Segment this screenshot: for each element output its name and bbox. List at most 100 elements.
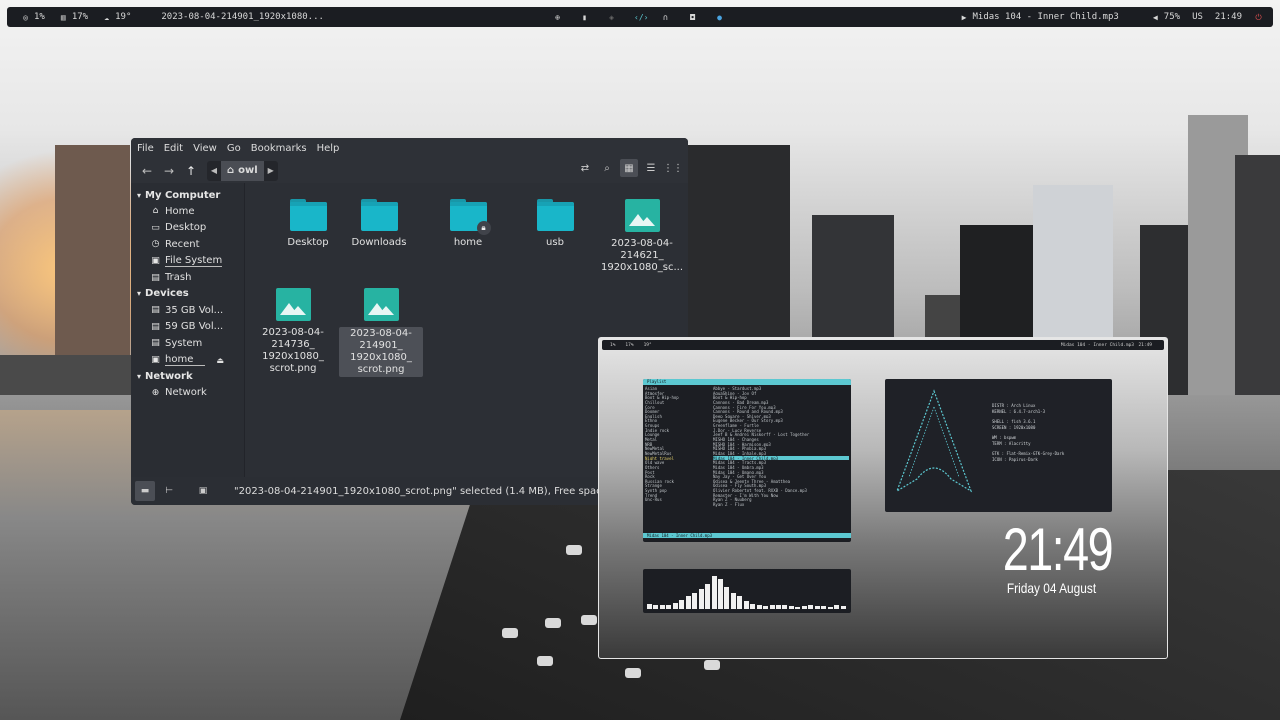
file-item-screenshot-214621[interactable]: 2023-08-04- 214621_ 1920x1080_sc... [597, 199, 687, 274]
sidebar-item-system[interactable]: ▤ System [131, 335, 244, 352]
cloud-icon: ☁ [104, 12, 110, 22]
visualizer-bar [801, 606, 807, 609]
mini-cpu: 1% [610, 342, 616, 348]
visualizer-bar [737, 596, 743, 609]
lock-icon: 🔒︎ [476, 221, 491, 235]
system-info-list: DISTR : Arch Linux KERNEL : 6.4.7-arch1-3… [992, 403, 1064, 463]
now-playing-text: Midas 104 - Inner Child.mp3 [972, 12, 1119, 22]
visualizer-bar [834, 605, 840, 609]
system-info-line: KERNEL : 6.4.7-arch1-3 [992, 409, 1045, 414]
clock-icon: ◷ [151, 239, 160, 250]
file-item-usb[interactable]: usb [513, 199, 597, 249]
clipboard-icon[interactable]: ▮ [580, 13, 589, 22]
show-tree-icon[interactable]: ⊢ [159, 481, 179, 501]
visualizer-bar [724, 587, 730, 609]
menu-help[interactable]: Help [317, 143, 340, 154]
compact-view-icon[interactable]: ⋮⋮ [663, 159, 683, 177]
steam-icon[interactable]: ◈ [607, 13, 616, 22]
browser-icon[interactable]: ● [715, 13, 724, 22]
sidebar-item-network[interactable]: ⊕ Network [131, 384, 244, 401]
media-player-indicator[interactable]: ▶ Midas 104 - Inner Child.mp3 [959, 12, 1119, 22]
sidebar-item-label: Recent [165, 238, 200, 250]
weather-indicator[interactable]: ☁ 19° [102, 12, 131, 22]
file-name: usb [546, 237, 564, 248]
sidebar-item-label: 59 GB Vol... [165, 321, 224, 333]
visualizer-bar [705, 583, 711, 609]
headphones-icon[interactable]: ∩ [661, 13, 670, 22]
visualizer-bar [730, 592, 736, 609]
list-view-icon[interactable]: ☰ [642, 159, 660, 177]
sidebar-item-desktop[interactable]: ▭ Desktop [131, 220, 244, 237]
memory-indicator[interactable]: ▥ 17% [59, 12, 88, 22]
volume-indicator[interactable]: ◀ 75% [1151, 12, 1180, 22]
home-icon: ⌂ [152, 206, 159, 217]
section-title: Devices [145, 288, 189, 300]
sidebar-section-my-computer[interactable]: ▾ My Computer [131, 187, 244, 203]
sidebar-item-home[interactable]: ⌂ Home [131, 203, 244, 220]
system-info-line: ICON : Papirus-Dark [992, 457, 1038, 462]
cpu-indicator[interactable]: ◎ 1% [21, 12, 45, 22]
search-icon[interactable]: ⌕ [598, 159, 616, 177]
genre-list: Asian Atmosfer Boot & Hip-hop Chillout Core D… [645, 386, 707, 502]
menu-bookmarks[interactable]: Bookmarks [251, 143, 307, 154]
drive-icon: ▣ [151, 355, 160, 366]
clock-date: Friday 04 August [1006, 580, 1097, 596]
visualizer-bar [814, 606, 820, 609]
code-icon[interactable]: ‹/› [634, 13, 648, 22]
forward-arrow-icon[interactable]: → [161, 163, 177, 179]
visualizer-bar [769, 605, 775, 609]
breadcrumb-right-icon[interactable]: ▶ [264, 166, 278, 175]
file-name: 2023-08-04- 214736_ 1920x1080_ scrot.png [262, 327, 324, 374]
back-arrow-icon[interactable]: ← [139, 163, 155, 179]
menu-file[interactable]: File [137, 143, 154, 154]
hide-sidebar-icon[interactable]: ▣ [193, 481, 213, 501]
cpu-value: 1% [34, 12, 45, 22]
show-places-icon[interactable]: ▬ [135, 481, 155, 501]
track-list: Abbye - Stardust.mp3 AquaShine - Joy Of Bo… [713, 386, 849, 507]
visualizer-bar [788, 606, 794, 609]
sidebar-item-recent[interactable]: ◷ Recent [131, 236, 244, 253]
menu-go[interactable]: Go [227, 143, 241, 154]
system-info-line: TERM : Alacritty [992, 441, 1031, 446]
eject-icon[interactable]: ⏏ [216, 356, 224, 365]
menu-view[interactable]: View [193, 143, 217, 154]
gamepad-icon[interactable]: ◘ [688, 13, 697, 22]
file-name: home [453, 237, 483, 248]
sidebar-item-home-device[interactable]: ▣ home ⏏ [131, 352, 244, 369]
view-tools: ⇄ ⌕ ▦ ☰ ⋮⋮ [576, 159, 683, 177]
breadcrumb-home[interactable]: ⌂ owl [221, 160, 264, 181]
sidebar-item-35gb-volume[interactable]: ▤ 35 GB Vol... [131, 302, 244, 319]
sidebar-section-network[interactable]: ▾ Network [131, 368, 244, 384]
visualizer-bar [763, 606, 769, 609]
cpu-icon: ◎ [23, 12, 28, 22]
audio-visualizer [643, 569, 851, 613]
icon-view-icon[interactable]: ▦ [620, 159, 638, 177]
sidebar-item-file-system[interactable]: ▣ File System [131, 253, 244, 270]
breadcrumb-left-icon[interactable]: ◀ [207, 166, 221, 175]
visualizer-bar [666, 604, 672, 609]
sidebar-item-label: File System [165, 255, 223, 268]
chevron-down-icon: ▾ [137, 190, 142, 200]
file-item-home[interactable]: 🔒︎ home [426, 199, 510, 249]
file-item-screenshot-214901[interactable]: 2023-08-04- 214901_ 1920x1080_ scrot.png [339, 288, 423, 377]
track-item: Ryan Z - Flux [713, 502, 745, 507]
sidebar-section-devices[interactable]: ▾ Devices [131, 286, 244, 302]
play-icon: ▶ [961, 12, 967, 22]
sidebar-item-label: System [165, 337, 203, 349]
sidebar-item-trash[interactable]: ▤ Trash [131, 269, 244, 286]
sidebar-item-label: Desktop [165, 222, 207, 234]
file-item-screenshot-214736[interactable]: 2023-08-04- 214736_ 1920x1080_ scrot.png [251, 288, 335, 375]
up-arrow-icon[interactable]: ↑ [183, 163, 199, 179]
drive-icon: ▤ [151, 338, 160, 349]
power-icon[interactable]: ⏻ [1254, 13, 1263, 22]
menu-edit[interactable]: Edit [164, 143, 183, 154]
toggle-location-icon[interactable]: ⇄ [576, 159, 594, 177]
keyboard-layout[interactable]: US [1192, 12, 1203, 22]
visualizer-bar [743, 601, 749, 609]
globe-icon[interactable]: ⊕ [553, 13, 562, 22]
sidebar-item-59gb-volume[interactable]: ▤ 59 GB Vol... [131, 319, 244, 336]
section-title: My Computer [145, 189, 221, 201]
weather-value: 19° [115, 12, 132, 22]
clock-text[interactable]: 21:49 [1215, 12, 1242, 22]
file-item-downloads[interactable]: Downloads [337, 199, 421, 249]
